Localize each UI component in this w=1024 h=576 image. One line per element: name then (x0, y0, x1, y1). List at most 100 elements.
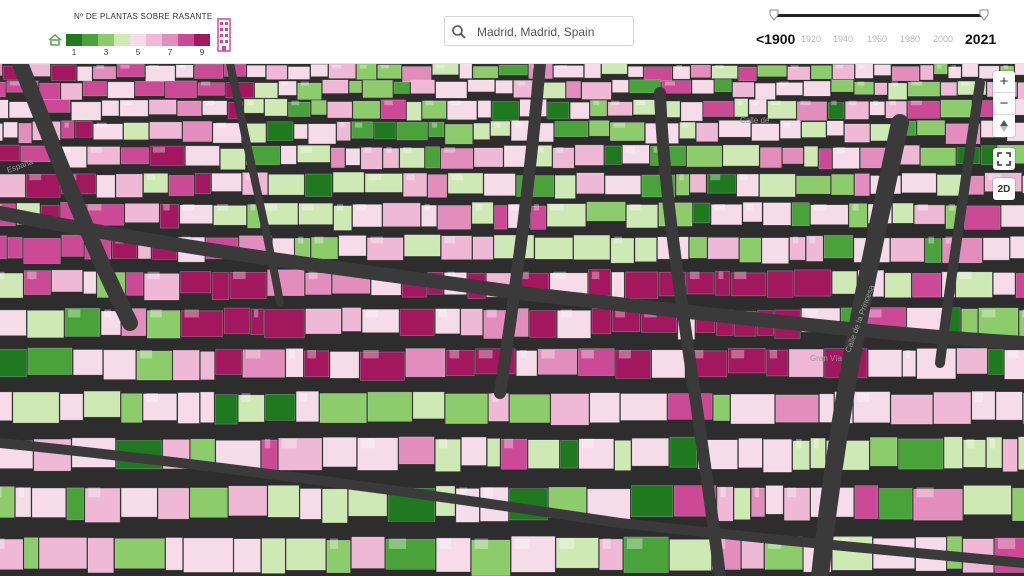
roof-detail (147, 271, 160, 280)
roof-detail (424, 204, 430, 211)
roof-detail (997, 538, 1016, 549)
building (0, 63, 3, 76)
building (614, 440, 631, 471)
zoom-out-button[interactable]: − (993, 93, 1015, 115)
roof-detail (104, 309, 112, 318)
compass-button[interactable] (993, 115, 1015, 137)
building (59, 393, 83, 421)
building (319, 393, 367, 424)
roof-detail (241, 393, 251, 402)
roof-detail (264, 204, 278, 211)
roof-detail (682, 122, 689, 128)
building (818, 148, 832, 170)
building (983, 237, 1010, 261)
building (246, 65, 266, 78)
building (223, 307, 250, 334)
building (751, 123, 780, 141)
building (83, 391, 121, 418)
building (696, 122, 718, 142)
building (410, 79, 435, 94)
building (121, 487, 158, 518)
legend-swatch (114, 34, 130, 46)
building (214, 394, 238, 425)
roof-detail (618, 350, 631, 359)
timeline-start-handle[interactable] (769, 9, 779, 21)
building (589, 392, 620, 423)
building (0, 348, 27, 378)
roof-detail (504, 438, 514, 449)
building (796, 175, 831, 194)
roof-detail (746, 204, 753, 211)
roof-detail (450, 100, 461, 106)
building (920, 65, 934, 81)
roof-detail (179, 65, 185, 69)
roof-detail (858, 65, 865, 69)
building (483, 173, 516, 196)
building (177, 100, 202, 116)
city-3d-map[interactable]: España Calle de Gran Vía Calle de la Pri… (0, 63, 1024, 576)
building (402, 66, 432, 83)
building (874, 64, 891, 76)
building (956, 348, 988, 374)
roof-detail (201, 81, 211, 86)
building (310, 64, 328, 77)
building (393, 81, 410, 94)
building (398, 436, 435, 465)
legend-swatch (146, 34, 162, 46)
building (7, 237, 23, 259)
building (487, 438, 501, 467)
zoom-in-button[interactable]: + (993, 71, 1015, 93)
search-input[interactable]: Madrid, Madrid, Spain (477, 25, 594, 39)
roof-detail (264, 438, 271, 449)
roof-detail (29, 174, 42, 181)
roof-detail (910, 100, 922, 106)
location-search[interactable]: Madrid, Madrid, Spain (444, 16, 634, 46)
tall-building-icon (217, 18, 231, 52)
roof-detail (96, 65, 105, 69)
roof-detail (216, 204, 229, 211)
roof-detail (737, 100, 743, 106)
building (459, 63, 473, 79)
building (460, 308, 483, 336)
roof-detail (582, 438, 595, 449)
roof-detail (514, 538, 530, 549)
building (83, 81, 107, 97)
building (228, 485, 268, 516)
building (1010, 236, 1024, 259)
roof-detail (68, 309, 81, 318)
roof-detail (537, 147, 544, 153)
building (581, 82, 612, 100)
timeline-end-handle[interactable] (979, 9, 989, 21)
roof-detail (511, 204, 519, 211)
building (103, 349, 136, 380)
roof-detail (888, 100, 897, 106)
building (322, 437, 357, 467)
building (586, 201, 626, 222)
building (888, 82, 908, 100)
roof-detail (710, 174, 721, 181)
building (382, 202, 421, 227)
building (3, 121, 18, 138)
building (891, 66, 920, 82)
building (0, 144, 20, 162)
roof-detail (951, 65, 956, 69)
view-mode-2d-button[interactable]: 2D (993, 178, 1015, 200)
building (689, 174, 706, 193)
map-canvas[interactable]: España Calle de Gran Vía Calle de la Pri… (0, 63, 1024, 576)
building (172, 349, 200, 381)
roof-detail (1007, 350, 1019, 359)
building (327, 101, 353, 119)
building (405, 348, 446, 378)
building (406, 101, 422, 121)
legend-swatch (178, 34, 194, 46)
building (566, 81, 581, 99)
fullscreen-button[interactable] (993, 148, 1015, 170)
building (920, 147, 956, 166)
legend-number: 1 (71, 48, 77, 57)
roof-detail (911, 81, 923, 86)
roof-detail (299, 393, 308, 402)
roof-detail (857, 81, 865, 86)
timeline-track[interactable] (774, 14, 984, 17)
building (691, 79, 714, 94)
building (425, 146, 440, 169)
